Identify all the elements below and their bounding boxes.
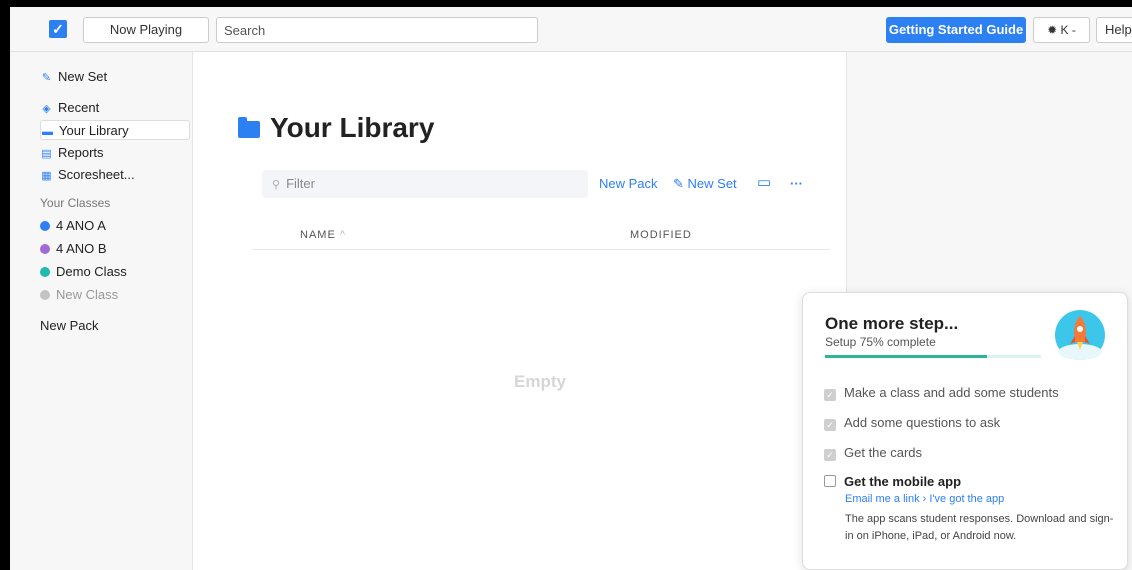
account-label: K - bbox=[1060, 23, 1076, 37]
checked-icon: ✓ bbox=[824, 449, 836, 461]
your-classes-heading: Your Classes bbox=[40, 196, 111, 210]
class-color-dot bbox=[40, 244, 50, 254]
sidebar-class-4-ano-a[interactable]: 4 ANO A bbox=[40, 216, 190, 236]
filter-placeholder: Filter bbox=[286, 176, 315, 191]
sidebar: ✎ New Set ◈ Recent ▬ Your Library ▤ Reports … bbox=[10, 52, 193, 570]
column-header-modified[interactable]: MODIFIED bbox=[630, 229, 692, 241]
checked-icon: ✓ bbox=[824, 389, 836, 401]
recent-icon: ◈ bbox=[42, 103, 51, 115]
setup-progress-bar bbox=[825, 355, 1041, 358]
sidebar-item-label: Recent bbox=[58, 100, 100, 115]
add-circle-icon bbox=[40, 290, 50, 300]
now-playing-button[interactable]: Now Playing bbox=[83, 17, 209, 43]
sidebar-item-new-set[interactable]: ✎ New Set bbox=[40, 67, 190, 87]
card-subtitle: Setup 75% complete bbox=[825, 335, 936, 349]
account-menu-button[interactable]: ✹ K - bbox=[1033, 17, 1090, 43]
task-label: Get the mobile app bbox=[844, 474, 962, 489]
edit-icon: ✎ bbox=[673, 176, 684, 191]
reports-icon: ▤ bbox=[41, 148, 52, 160]
new-set-link-label: New Set bbox=[687, 176, 737, 191]
class-label: 4 ANO B bbox=[56, 241, 107, 256]
empty-state-label: Empty bbox=[514, 372, 566, 391]
unchecked-checkbox[interactable] bbox=[824, 475, 836, 487]
sort-asc-icon: ^ bbox=[339, 229, 347, 241]
page-title-text: Your Library bbox=[270, 112, 435, 143]
column-name-label: NAME bbox=[300, 229, 336, 241]
task-make-class: ✓ Make a class and add some students bbox=[824, 385, 1059, 401]
column-header-name[interactable]: NAME ^ bbox=[300, 229, 346, 241]
sidebar-item-scoresheet[interactable]: ▦ Scoresheet... bbox=[40, 165, 190, 185]
gear-icon: ✹ bbox=[1047, 23, 1058, 37]
new-class-label: New Class bbox=[56, 287, 119, 302]
sidebar-class-4-ano-b[interactable]: 4 ANO B bbox=[40, 239, 190, 259]
card-title: One more step... bbox=[825, 314, 959, 333]
folder-icon bbox=[238, 117, 260, 138]
sidebar-item-label: New Set bbox=[58, 69, 108, 84]
app-links: Email me a link › I've got the app bbox=[845, 493, 1004, 505]
edit-icon: ✎ bbox=[41, 72, 52, 84]
app-description: The app scans student responses. Downloa… bbox=[845, 513, 1114, 542]
class-color-dot bbox=[40, 267, 50, 277]
more-options-button[interactable]: ··· bbox=[790, 176, 803, 191]
sidebar-new-class[interactable]: New Class bbox=[40, 285, 190, 305]
page-title: Your Library bbox=[238, 112, 434, 144]
folder-icon: ▬ bbox=[42, 126, 53, 138]
sidebar-item-your-library[interactable]: ▬ Your Library bbox=[40, 120, 190, 140]
task-get-mobile-app[interactable]: Get the mobile app bbox=[824, 474, 961, 489]
sidebar-item-label: Your Library bbox=[59, 123, 129, 138]
class-label: 4 ANO A bbox=[56, 218, 106, 233]
onboarding-card: One more step... Setup 75% complete ✓ Mak… bbox=[802, 292, 1128, 570]
checked-icon: ✓ bbox=[824, 419, 836, 431]
help-button[interactable]: Help bbox=[1096, 17, 1132, 43]
getting-started-guide-button[interactable]: Getting Started Guide bbox=[886, 17, 1026, 43]
top-bar: ✓ Now Playing Getting Started Guide ✹ K … bbox=[10, 7, 1132, 52]
new-set-link[interactable]: ✎ New Set bbox=[673, 176, 737, 192]
grid-icon: ▦ bbox=[41, 170, 52, 182]
setup-progress-fill bbox=[825, 355, 987, 358]
sidebar-item-label: Scoresheet... bbox=[58, 167, 135, 182]
search-icon: ⚲ bbox=[272, 179, 281, 191]
task-get-cards: ✓ Get the cards bbox=[824, 445, 922, 461]
sidebar-new-pack[interactable]: New Pack bbox=[40, 316, 190, 336]
new-pack-link[interactable]: New Pack bbox=[599, 176, 658, 191]
class-color-dot bbox=[40, 221, 50, 231]
sidebar-class-demo[interactable]: Demo Class bbox=[40, 262, 190, 282]
class-label: Demo Class bbox=[56, 264, 127, 279]
app-window: ✓ Now Playing Getting Started Guide ✹ K … bbox=[0, 0, 1132, 570]
task-label: Make a class and add some students bbox=[844, 385, 1059, 400]
email-link[interactable]: Email me a link bbox=[845, 493, 920, 505]
sidebar-item-recent[interactable]: ◈ Recent bbox=[40, 98, 190, 118]
task-add-questions: ✓ Add some questions to ask bbox=[824, 415, 1000, 431]
logo-checkbox-icon[interactable]: ✓ bbox=[49, 20, 70, 41]
search-input[interactable] bbox=[216, 17, 538, 43]
rocket-icon bbox=[1055, 310, 1105, 360]
sidebar-item-reports[interactable]: ▤ Reports bbox=[40, 143, 190, 163]
filter-input[interactable]: ⚲ Filter bbox=[262, 170, 588, 198]
new-folder-icon[interactable]: ▭ bbox=[757, 173, 771, 191]
task-label: Get the cards bbox=[844, 445, 923, 460]
sidebar-item-label: Reports bbox=[58, 145, 104, 160]
got-app-link[interactable]: I've got the app bbox=[929, 493, 1004, 505]
task-label: Add some questions to ask bbox=[844, 415, 1001, 430]
library-main: Your Library ⚲ Filter New Pack ✎ New Set … bbox=[194, 52, 846, 570]
header-divider bbox=[252, 249, 830, 250]
